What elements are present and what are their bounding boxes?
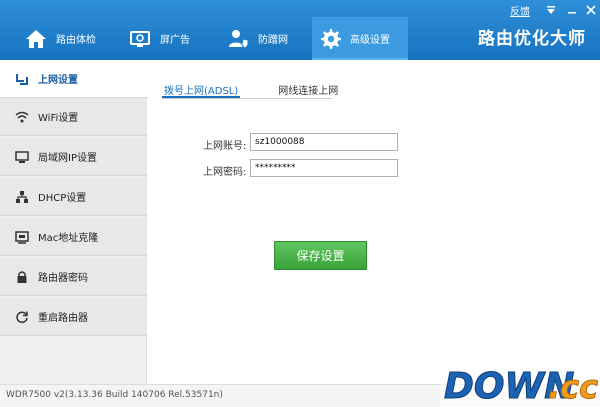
sidebar-item-router-password[interactable]: 路由器密码	[0, 258, 147, 296]
sidebar-item-internet-settings[interactable]: 上网设置	[0, 60, 148, 98]
minimize-icon[interactable]	[567, 3, 577, 17]
tab-block-ads[interactable]: 屏广告	[122, 17, 216, 60]
save-settings-button[interactable]: 保存设置	[274, 241, 367, 270]
account-label: 上网账号:	[203, 141, 247, 152]
router-icon	[15, 72, 29, 86]
dhcp-icon	[15, 190, 29, 204]
subtab-bar: 拨号上网(ADSL) 网线连接上网	[162, 80, 376, 98]
app-brand-title: 路由优化大师	[478, 29, 586, 49]
sidebar-item-restart-router[interactable]: 重启路由器	[0, 298, 147, 336]
sidebar-item-dhcp-settings[interactable]: DHCP设置	[0, 178, 147, 216]
subtab-adsl[interactable]: 拨号上网(ADSL)	[162, 80, 241, 98]
feedback-link[interactable]: 反馈	[510, 3, 530, 18]
menu-dropdown-icon[interactable]	[546, 3, 556, 17]
home-icon	[24, 27, 48, 51]
sidebar: 上网设置 WiFi设置 局域网IP设置 DHCP设置 Mac地址克隆 路由器密码	[0, 60, 148, 407]
restart-icon	[15, 310, 29, 324]
site-watermark-logo: DOWN .cc	[440, 358, 600, 407]
sidebar-item-mac-clone[interactable]: Mac地址克隆	[0, 218, 147, 256]
mac-icon	[15, 230, 29, 244]
version-text: WDR7500 v2(3.13.36 Build 140706 Rel.5357…	[6, 390, 223, 400]
lan-icon	[15, 150, 29, 164]
tab-label: 高级设置	[350, 35, 390, 46]
main-content: 拨号上网(ADSL) 网线连接上网 上网账号: 上网密码: 保存设置	[148, 60, 600, 384]
password-label: 上网密码:	[203, 167, 247, 178]
password-input[interactable]	[250, 159, 398, 177]
sidebar-item-label: DHCP设置	[38, 193, 87, 204]
sidebar-item-label: 上网设置	[38, 75, 78, 86]
sidebar-item-label: Mac地址克隆	[38, 233, 99, 244]
tab-anti-leech[interactable]: 防蹭网	[220, 17, 310, 60]
tab-label: 屏广告	[160, 35, 190, 46]
sidebar-item-label: 局域网IP设置	[38, 153, 97, 164]
close-icon[interactable]	[586, 3, 596, 17]
lock-icon	[15, 270, 29, 284]
sidebar-item-label: 路由器密码	[38, 273, 88, 284]
tab-advanced-settings[interactable]: 高级设置	[312, 17, 408, 60]
user-shield-icon	[226, 27, 250, 51]
subtab-divider	[162, 98, 332, 99]
sidebar-item-wifi-settings[interactable]: WiFi设置	[0, 98, 147, 136]
tab-label: 路由体检	[56, 35, 96, 46]
sidebar-item-lan-ip-settings[interactable]: 局域网IP设置	[0, 138, 147, 176]
sidebar-item-label: WiFi设置	[38, 113, 79, 124]
wifi-icon	[15, 110, 29, 124]
account-input[interactable]	[250, 133, 398, 151]
gear-icon	[318, 27, 342, 51]
tab-label: 防蹭网	[258, 35, 288, 46]
sidebar-item-label: 重启路由器	[38, 313, 88, 324]
monitor-icon	[128, 27, 152, 51]
svg-text:.cc: .cc	[548, 368, 598, 406]
tab-router-checkup[interactable]: 路由体检	[18, 17, 118, 60]
subtab-cable[interactable]: 网线连接上网	[276, 80, 340, 98]
app-header: 路由体检 屏广告 防蹭网 高级设置 反馈 路由优化大师	[0, 0, 600, 60]
